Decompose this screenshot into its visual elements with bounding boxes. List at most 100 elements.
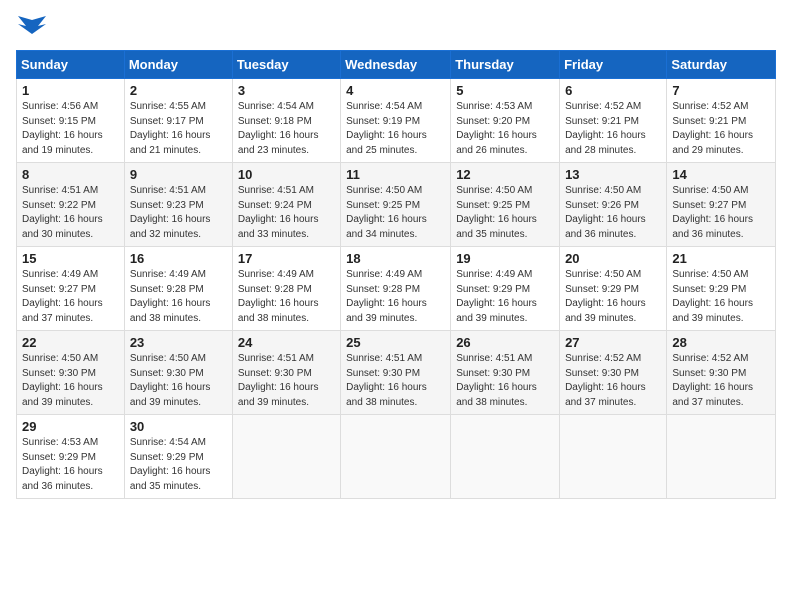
table-row: 3 Sunrise: 4:54 AMSunset: 9:18 PMDayligh… — [232, 79, 340, 163]
day-info: Sunrise: 4:52 AMSunset: 9:21 PMDaylight:… — [565, 100, 661, 158]
table-row: 11 Sunrise: 4:50 AMSunset: 9:25 PMDaylig… — [341, 163, 451, 247]
day-number: 5 — [456, 83, 554, 98]
day-number: 2 — [130, 83, 227, 98]
day-info: Sunrise: 4:53 AMSunset: 9:29 PMDaylight:… — [22, 436, 119, 494]
day-number: 19 — [456, 251, 554, 266]
day-info: Sunrise: 4:51 AMSunset: 9:30 PMDaylight:… — [238, 352, 335, 410]
table-row: 28 Sunrise: 4:52 AMSunset: 9:30 PMDaylig… — [667, 331, 776, 415]
day-number: 29 — [22, 419, 119, 434]
day-info: Sunrise: 4:50 AMSunset: 9:30 PMDaylight:… — [22, 352, 119, 410]
table-row — [560, 415, 667, 499]
day-info: Sunrise: 4:49 AMSunset: 9:28 PMDaylight:… — [346, 268, 445, 326]
table-row: 16 Sunrise: 4:49 AMSunset: 9:28 PMDaylig… — [124, 247, 232, 331]
day-info: Sunrise: 4:50 AMSunset: 9:26 PMDaylight:… — [565, 184, 661, 242]
day-info: Sunrise: 4:55 AMSunset: 9:17 PMDaylight:… — [130, 100, 227, 158]
table-row: 5 Sunrise: 4:53 AMSunset: 9:20 PMDayligh… — [451, 79, 560, 163]
day-info: Sunrise: 4:50 AMSunset: 9:30 PMDaylight:… — [130, 352, 227, 410]
table-row: 2 Sunrise: 4:55 AMSunset: 9:17 PMDayligh… — [124, 79, 232, 163]
day-number: 15 — [22, 251, 119, 266]
day-info: Sunrise: 4:54 AMSunset: 9:18 PMDaylight:… — [238, 100, 335, 158]
table-row: 25 Sunrise: 4:51 AMSunset: 9:30 PMDaylig… — [341, 331, 451, 415]
calendar-table: Sunday Monday Tuesday Wednesday Thursday… — [16, 50, 776, 499]
day-info: Sunrise: 4:56 AMSunset: 9:15 PMDaylight:… — [22, 100, 119, 158]
day-number: 9 — [130, 167, 227, 182]
day-info: Sunrise: 4:53 AMSunset: 9:20 PMDaylight:… — [456, 100, 554, 158]
day-info: Sunrise: 4:49 AMSunset: 9:27 PMDaylight:… — [22, 268, 119, 326]
day-number: 30 — [130, 419, 227, 434]
logo — [16, 16, 46, 38]
day-info: Sunrise: 4:51 AMSunset: 9:23 PMDaylight:… — [130, 184, 227, 242]
day-number: 24 — [238, 335, 335, 350]
day-info: Sunrise: 4:52 AMSunset: 9:30 PMDaylight:… — [672, 352, 770, 410]
day-info: Sunrise: 4:51 AMSunset: 9:30 PMDaylight:… — [456, 352, 554, 410]
table-row: 12 Sunrise: 4:50 AMSunset: 9:25 PMDaylig… — [451, 163, 560, 247]
table-row: 4 Sunrise: 4:54 AMSunset: 9:19 PMDayligh… — [341, 79, 451, 163]
day-number: 11 — [346, 167, 445, 182]
table-row: 10 Sunrise: 4:51 AMSunset: 9:24 PMDaylig… — [232, 163, 340, 247]
col-monday: Monday — [124, 51, 232, 79]
table-row: 21 Sunrise: 4:50 AMSunset: 9:29 PMDaylig… — [667, 247, 776, 331]
calendar-header-row: Sunday Monday Tuesday Wednesday Thursday… — [17, 51, 776, 79]
col-tuesday: Tuesday — [232, 51, 340, 79]
day-info: Sunrise: 4:51 AMSunset: 9:24 PMDaylight:… — [238, 184, 335, 242]
day-info: Sunrise: 4:50 AMSunset: 9:25 PMDaylight:… — [456, 184, 554, 242]
day-info: Sunrise: 4:52 AMSunset: 9:21 PMDaylight:… — [672, 100, 770, 158]
day-number: 1 — [22, 83, 119, 98]
table-row: 29 Sunrise: 4:53 AMSunset: 9:29 PMDaylig… — [17, 415, 125, 499]
day-number: 20 — [565, 251, 661, 266]
table-row — [667, 415, 776, 499]
day-number: 21 — [672, 251, 770, 266]
table-row: 7 Sunrise: 4:52 AMSunset: 9:21 PMDayligh… — [667, 79, 776, 163]
table-row — [451, 415, 560, 499]
table-row: 22 Sunrise: 4:50 AMSunset: 9:30 PMDaylig… — [17, 331, 125, 415]
day-number: 3 — [238, 83, 335, 98]
day-number: 22 — [22, 335, 119, 350]
day-info: Sunrise: 4:50 AMSunset: 9:27 PMDaylight:… — [672, 184, 770, 242]
day-number: 6 — [565, 83, 661, 98]
table-row: 26 Sunrise: 4:51 AMSunset: 9:30 PMDaylig… — [451, 331, 560, 415]
table-row: 23 Sunrise: 4:50 AMSunset: 9:30 PMDaylig… — [124, 331, 232, 415]
day-info: Sunrise: 4:50 AMSunset: 9:25 PMDaylight:… — [346, 184, 445, 242]
day-info: Sunrise: 4:49 AMSunset: 9:29 PMDaylight:… — [456, 268, 554, 326]
day-number: 27 — [565, 335, 661, 350]
day-number: 13 — [565, 167, 661, 182]
day-number: 10 — [238, 167, 335, 182]
table-row: 19 Sunrise: 4:49 AMSunset: 9:29 PMDaylig… — [451, 247, 560, 331]
day-info: Sunrise: 4:50 AMSunset: 9:29 PMDaylight:… — [672, 268, 770, 326]
day-number: 23 — [130, 335, 227, 350]
table-row: 18 Sunrise: 4:49 AMSunset: 9:28 PMDaylig… — [341, 247, 451, 331]
col-wednesday: Wednesday — [341, 51, 451, 79]
table-row: 14 Sunrise: 4:50 AMSunset: 9:27 PMDaylig… — [667, 163, 776, 247]
day-info: Sunrise: 4:51 AMSunset: 9:30 PMDaylight:… — [346, 352, 445, 410]
day-info: Sunrise: 4:54 AMSunset: 9:29 PMDaylight:… — [130, 436, 227, 494]
day-number: 4 — [346, 83, 445, 98]
day-number: 26 — [456, 335, 554, 350]
day-info: Sunrise: 4:51 AMSunset: 9:22 PMDaylight:… — [22, 184, 119, 242]
logo-bird-icon — [18, 16, 46, 38]
table-row: 1 Sunrise: 4:56 AMSunset: 9:15 PMDayligh… — [17, 79, 125, 163]
table-row: 30 Sunrise: 4:54 AMSunset: 9:29 PMDaylig… — [124, 415, 232, 499]
day-number: 14 — [672, 167, 770, 182]
page-header — [16, 16, 776, 38]
table-row — [341, 415, 451, 499]
day-info: Sunrise: 4:50 AMSunset: 9:29 PMDaylight:… — [565, 268, 661, 326]
table-row: 17 Sunrise: 4:49 AMSunset: 9:28 PMDaylig… — [232, 247, 340, 331]
table-row: 9 Sunrise: 4:51 AMSunset: 9:23 PMDayligh… — [124, 163, 232, 247]
table-row: 27 Sunrise: 4:52 AMSunset: 9:30 PMDaylig… — [560, 331, 667, 415]
day-number: 7 — [672, 83, 770, 98]
table-row: 15 Sunrise: 4:49 AMSunset: 9:27 PMDaylig… — [17, 247, 125, 331]
day-info: Sunrise: 4:52 AMSunset: 9:30 PMDaylight:… — [565, 352, 661, 410]
day-number: 8 — [22, 167, 119, 182]
col-saturday: Saturday — [667, 51, 776, 79]
table-row: 24 Sunrise: 4:51 AMSunset: 9:30 PMDaylig… — [232, 331, 340, 415]
day-number: 12 — [456, 167, 554, 182]
day-info: Sunrise: 4:54 AMSunset: 9:19 PMDaylight:… — [346, 100, 445, 158]
table-row: 20 Sunrise: 4:50 AMSunset: 9:29 PMDaylig… — [560, 247, 667, 331]
day-number: 18 — [346, 251, 445, 266]
day-number: 25 — [346, 335, 445, 350]
day-number: 16 — [130, 251, 227, 266]
day-info: Sunrise: 4:49 AMSunset: 9:28 PMDaylight:… — [130, 268, 227, 326]
table-row — [232, 415, 340, 499]
day-number: 28 — [672, 335, 770, 350]
col-friday: Friday — [560, 51, 667, 79]
